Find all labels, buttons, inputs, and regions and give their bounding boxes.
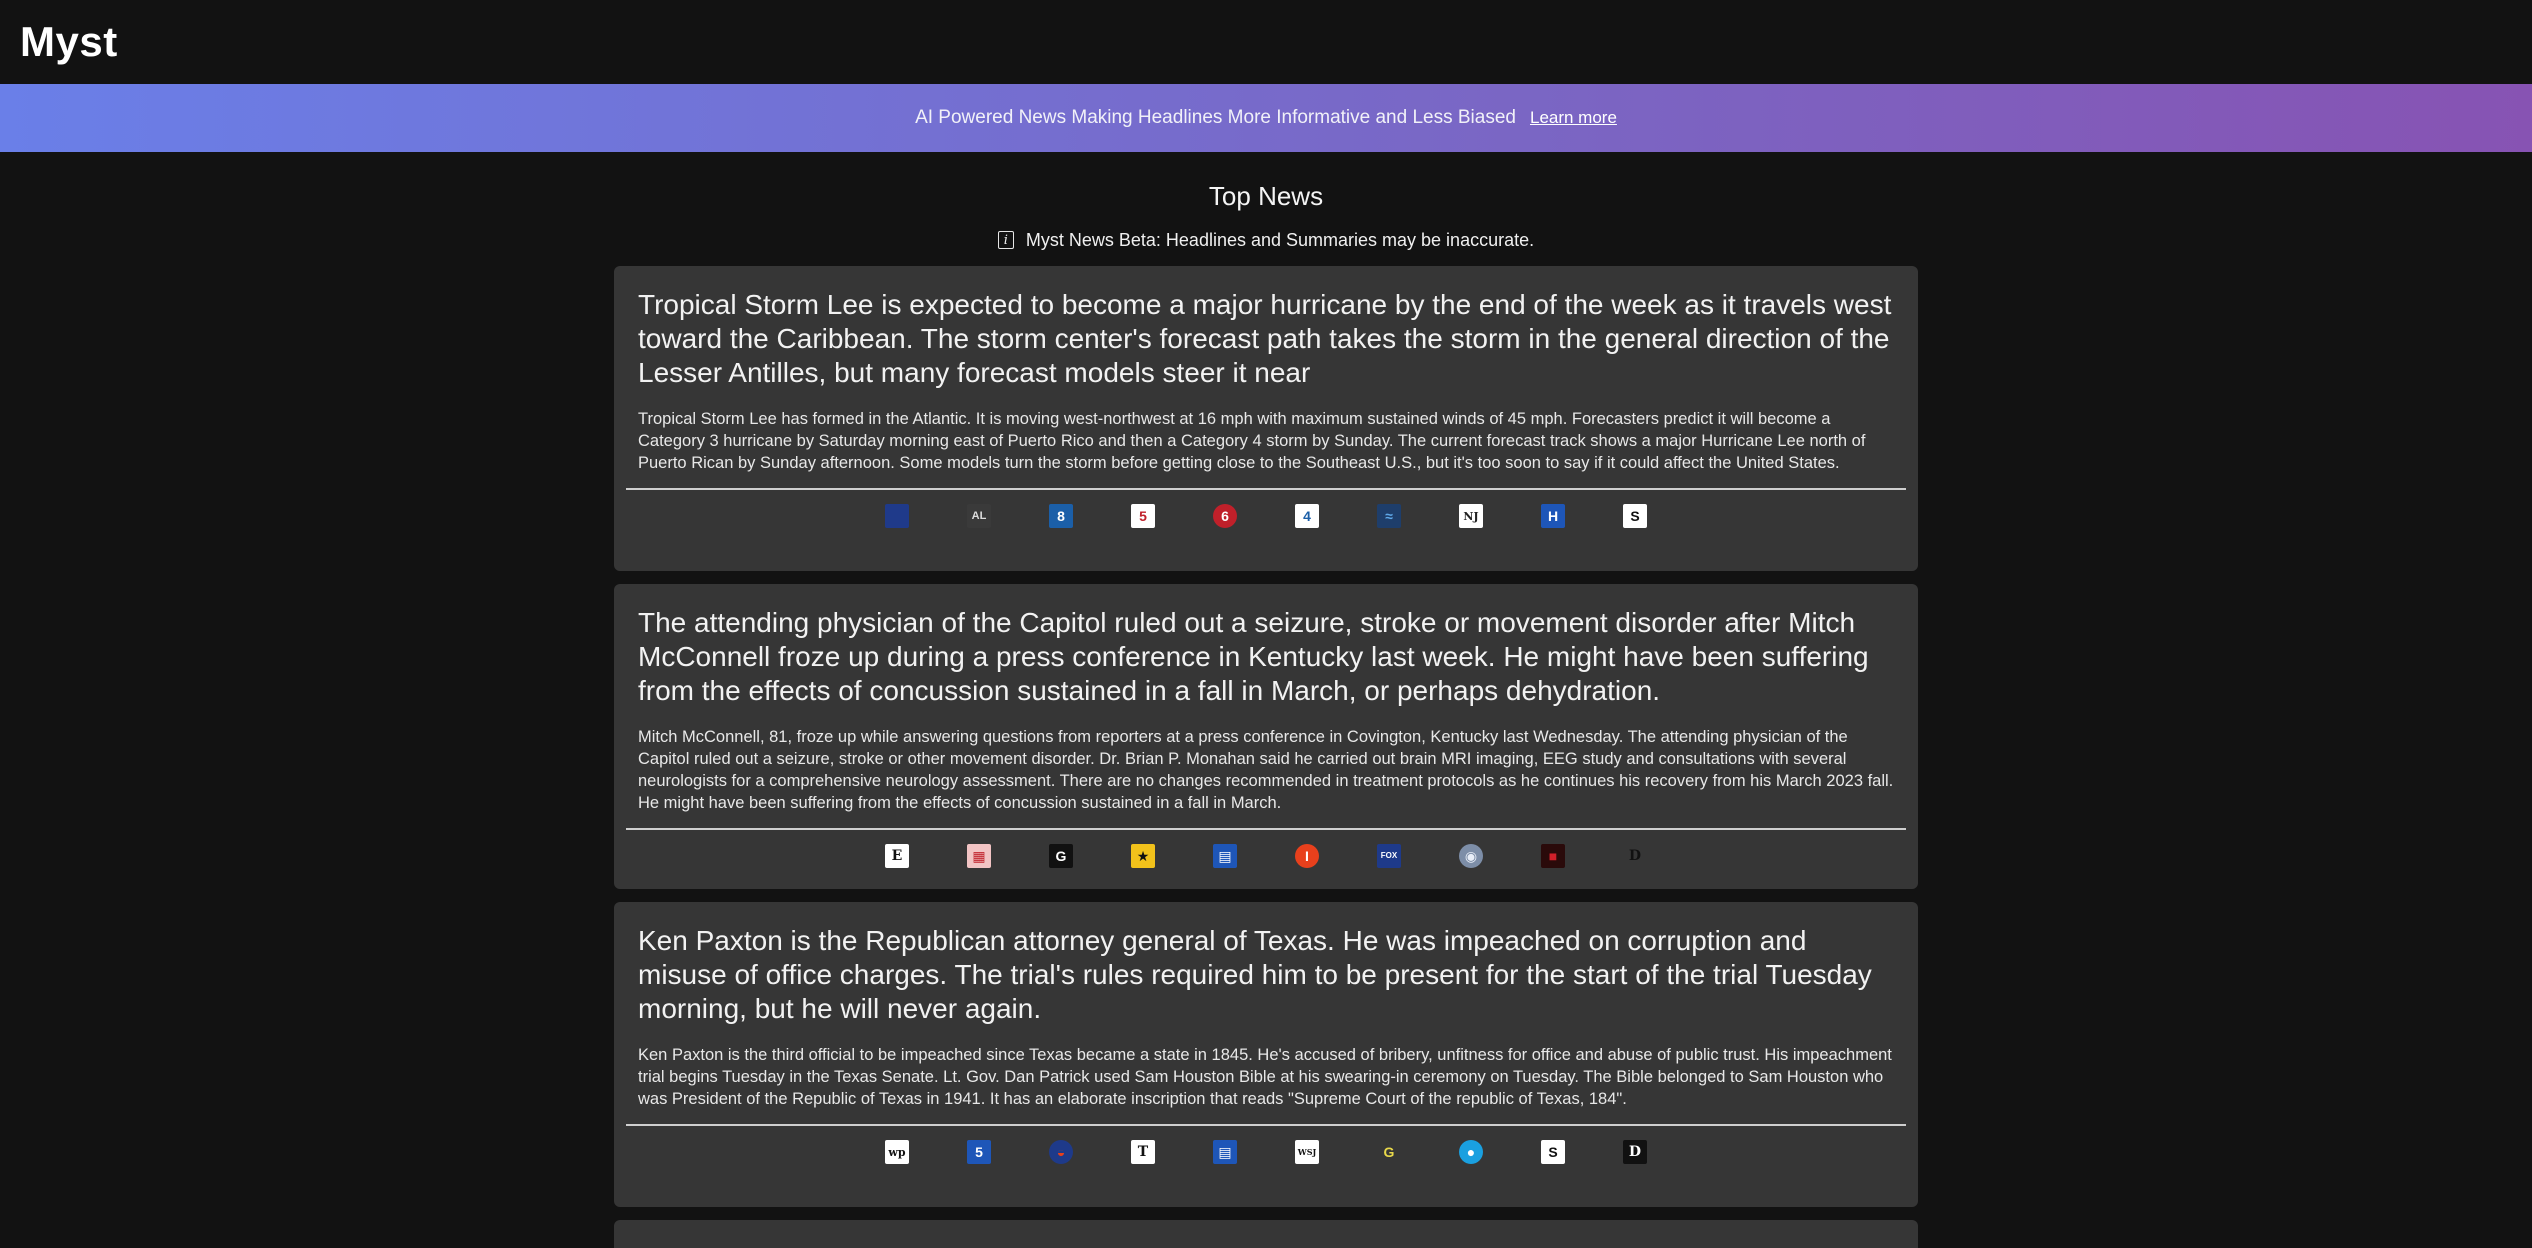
beta-disclaimer: i Myst News Beta: Headlines and Summarie… (0, 228, 2532, 252)
disclaimer-text: Myst News Beta: Headlines and Summaries … (1025, 229, 1535, 250)
news-logo-blue-box-icon[interactable]: ▤ (1213, 844, 1237, 868)
fox-news-icon[interactable]: FOX (1377, 844, 1401, 868)
news-summary: Ken Paxton is the third official to be i… (638, 1046, 1892, 1108)
news-headline[interactable]: Ken Paxton is the Republican attorney ge… (638, 924, 1894, 1026)
news-summary: Tropical Storm Lee has formed in the Atl… (638, 410, 1866, 472)
learn-more-link[interactable]: Learn more (1530, 108, 1617, 128)
news-card[interactable]: The attending physician of the Capitol r… (614, 584, 1918, 889)
banner-text: AI Powered News Making Headlines More In… (915, 107, 1516, 128)
news-logo-star-icon[interactable]: ★ (1131, 844, 1155, 868)
channel-5-blue-icon[interactable]: 5 (967, 1140, 991, 1164)
news-logo-blue-icon[interactable] (885, 504, 909, 528)
news-feed: Tropical Storm Lee is expected to become… (614, 266, 1918, 1248)
globe-icon[interactable]: ◉ (1459, 844, 1483, 868)
channel-8-icon[interactable]: 8 (1049, 504, 1073, 528)
news-logo-s-icon[interactable]: S (1623, 504, 1647, 528)
news-logo-h-icon[interactable]: H (1541, 504, 1565, 528)
washington-post-icon[interactable]: wp (885, 1140, 909, 1164)
news-card[interactable]: Ken Paxton is the Republican attorney ge… (614, 902, 1918, 1207)
news-logo-al-icon[interactable]: AL (967, 504, 991, 528)
news-headline[interactable]: Tropical Storm Lee is expected to become… (638, 288, 1894, 390)
promo-banner: AI Powered News Making Headlines More In… (0, 84, 2532, 152)
source-list: E ▦ G ★ ▤ I FOX ◉ ■ D (626, 830, 1906, 882)
news-card[interactable] (614, 1220, 1918, 1248)
app-logo[interactable]: Myst (20, 18, 118, 66)
news-logo-yellow-g-icon[interactable]: G (1377, 1140, 1401, 1164)
news-logo-s-icon[interactable]: S (1541, 1140, 1565, 1164)
news-logo-peacock-icon[interactable]: ◒ (1049, 1140, 1073, 1164)
info-icon: i (997, 231, 1014, 249)
source-list: wp 5 ◒ T ▤ WSJ G ● S D (626, 1126, 1906, 1178)
section-title: Top News (1208, 181, 1324, 211)
news-headline[interactable]: The attending physician of the Capitol r… (638, 606, 1894, 708)
news-logo-t-icon[interactable]: T (1131, 1140, 1155, 1164)
channel-6-icon[interactable]: 6 (1213, 504, 1237, 528)
news-logo-blue-box-icon[interactable]: ▤ (1213, 1140, 1237, 1164)
news-logo-g-icon[interactable]: G (1049, 844, 1073, 868)
news-logo-red-grid-icon[interactable]: ▦ (967, 844, 991, 868)
wsj-icon[interactable]: WSJ (1295, 1140, 1319, 1164)
news-logo-nj-icon[interactable]: NJ (1459, 504, 1483, 528)
news-card[interactable]: Tropical Storm Lee is expected to become… (614, 266, 1918, 571)
news-logo-d-dark-icon[interactable]: D (1623, 1140, 1647, 1164)
news-logo-d-icon[interactable]: D (1623, 844, 1647, 868)
top-bar: Myst (0, 0, 2532, 84)
news-logo-i-icon[interactable]: I (1295, 844, 1319, 868)
news-logo-waves-icon[interactable]: ≈ (1377, 504, 1401, 528)
news-logo-cyan-icon[interactable]: ● (1459, 1140, 1483, 1164)
channel-5-icon[interactable]: 5 (1131, 504, 1155, 528)
source-list: AL 8 5 6 4 ≈ NJ H S (626, 490, 1906, 542)
news-logo-e-icon[interactable]: E (885, 844, 909, 868)
news-summary: Mitch McConnell, 81, froze up while answ… (638, 728, 1894, 812)
channel-4-icon[interactable]: 4 (1295, 504, 1319, 528)
news-logo-red-dark-icon[interactable]: ■ (1541, 844, 1565, 868)
